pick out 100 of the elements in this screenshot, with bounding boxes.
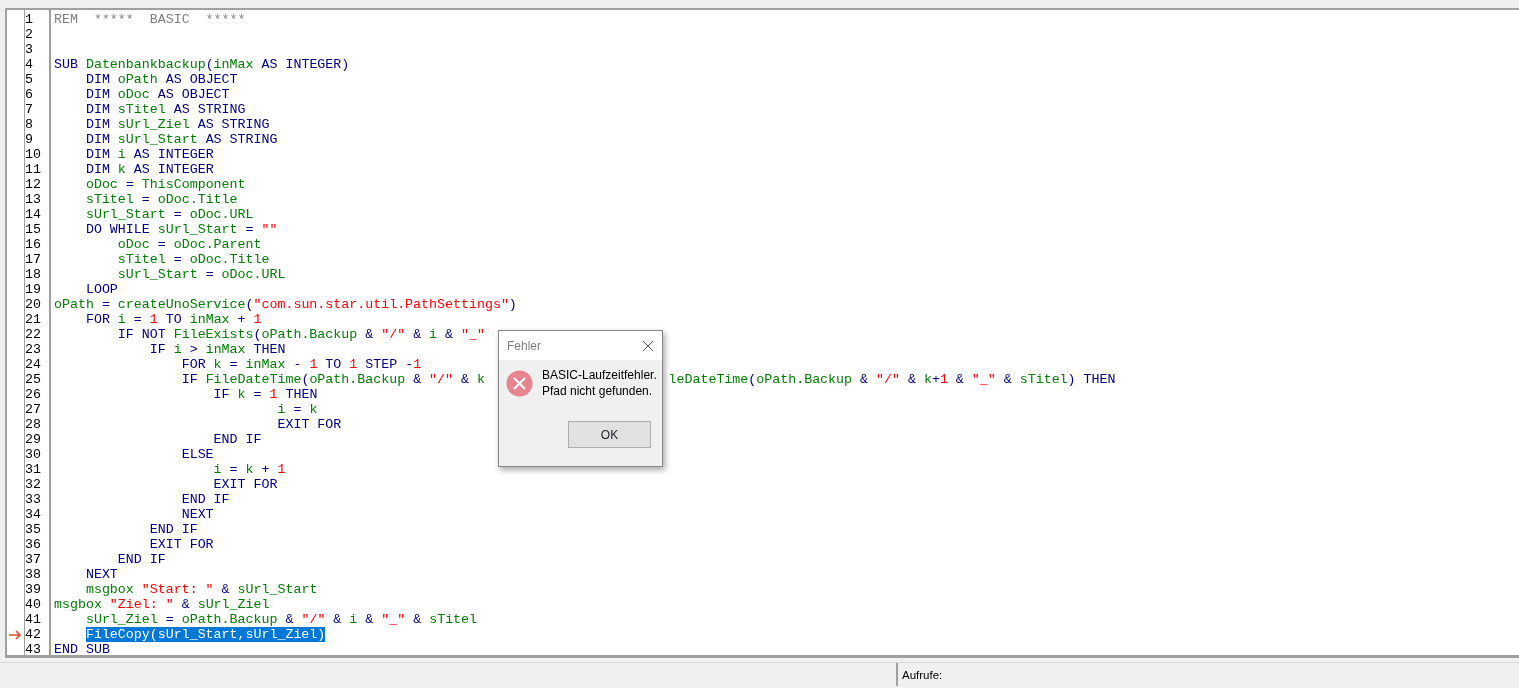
code-token: FileDateTime [205, 372, 302, 387]
code-token: k [477, 372, 485, 387]
code-token: ( [748, 372, 757, 387]
line-number: 31 [25, 462, 41, 477]
code-token: 1 [413, 357, 422, 372]
code-token: AS OBJECT [165, 72, 238, 87]
code-token: "/" [301, 612, 326, 627]
code-token: i [277, 402, 286, 417]
code-token: sUrl_Start [117, 267, 198, 282]
code-token: oPath.Backup [181, 612, 278, 627]
code-token: oDoc.Title [157, 192, 238, 207]
line-number: 39 [25, 582, 41, 597]
code-token: inMax [205, 342, 246, 357]
code-token: STEP - [365, 357, 414, 372]
error-icon [506, 370, 533, 397]
code-token: DIM [85, 147, 111, 162]
code-token: IF [149, 342, 167, 357]
code-token: i [117, 147, 126, 162]
line-number: 27 [25, 402, 41, 417]
code-token: 1 [309, 357, 318, 372]
code-token: oPath [117, 72, 158, 87]
line-number: 32 [25, 477, 41, 492]
code-token: ThisComponent [141, 177, 246, 192]
code-token: THEN [1083, 372, 1116, 387]
code-token: = [101, 297, 111, 312]
code-token: = [165, 612, 175, 627]
line-number: 4 [25, 57, 33, 72]
code-token: AS STRING [197, 117, 270, 132]
code-token: IF [181, 372, 199, 387]
code-token: sTitel [85, 192, 134, 207]
line-number: 5 [25, 72, 33, 87]
code-token: ( [205, 57, 214, 72]
line-number: 38 [25, 567, 41, 582]
code-token: ) [508, 297, 517, 312]
code-token: & [1003, 372, 1013, 387]
line-number: 16 [25, 237, 41, 252]
code-token: EXIT FOR [213, 477, 278, 492]
line-number: 3 [25, 42, 33, 57]
code-token: oDoc.URL [189, 207, 254, 222]
code-token: EXIT FOR [277, 417, 342, 432]
code-token: & [413, 612, 423, 627]
code-token: AS INTEGER [133, 162, 214, 177]
ok-button[interactable]: OK [568, 421, 651, 448]
code-token: END SUB [54, 642, 110, 657]
line-number: 36 [25, 537, 41, 552]
code-token: k [237, 387, 246, 402]
code-token: ( [245, 297, 254, 312]
line-number: 8 [25, 117, 33, 132]
code-token: & [461, 372, 470, 387]
line-number: 25 [25, 372, 41, 387]
code-token: 1 [149, 312, 158, 327]
code-token: END IF [213, 432, 262, 447]
line-number: 21 [25, 312, 41, 327]
line-number: 28 [25, 417, 41, 432]
line-number: 17 [25, 252, 41, 267]
code-token: "_" [461, 327, 485, 342]
line-number: 1 [25, 12, 33, 27]
line-number: 33 [25, 492, 41, 507]
code-token: NEXT [181, 507, 214, 522]
code-token: "Start: " [141, 582, 214, 597]
code-token: IF [213, 387, 231, 402]
code-comment: REM ***** BASIC ***** [54, 12, 246, 27]
code-token: = [173, 252, 183, 267]
calls-label: Aufrufe: [902, 669, 943, 681]
code-token: 1 [349, 357, 358, 372]
line-number: 11 [25, 162, 41, 177]
dialog-title: Fehler [507, 337, 541, 355]
code-token: & [365, 327, 375, 342]
code-token: LOOP [85, 282, 118, 297]
code-token: msgbox [85, 582, 135, 597]
code-token: + [237, 312, 247, 327]
code-token: Datenbankbackup [85, 57, 206, 72]
code-token: "" [261, 222, 278, 237]
line-number: 29 [25, 432, 41, 447]
code-token: - [293, 357, 303, 372]
code-token: msgbox [54, 597, 103, 612]
line-number: 10 [25, 147, 41, 162]
code-token: = [229, 357, 239, 372]
code-token: oPath.Backup [756, 372, 853, 387]
code-token: = [293, 402, 303, 417]
line-number: 43 [25, 642, 41, 657]
code-token: sUrl_Start [117, 132, 198, 147]
line-number: 19 [25, 282, 41, 297]
code-token: "/" [429, 372, 454, 387]
line-number: 23 [25, 342, 41, 357]
close-icon[interactable] [642, 339, 654, 352]
line-number: 20 [25, 297, 41, 312]
code-token: sUrl_Ziel [197, 597, 270, 612]
code-token: = [133, 312, 143, 327]
code-token: + [931, 372, 940, 387]
code-token: ELSE [181, 447, 214, 462]
code-token: & [413, 372, 423, 387]
code-token: & [445, 327, 455, 342]
code-token: k [309, 402, 318, 417]
code-token: = [229, 462, 239, 477]
code-token: k [213, 357, 222, 372]
code-token: sUrl_Start [85, 207, 166, 222]
code-token: sTitel [429, 612, 478, 627]
code-token: sTitel [1019, 372, 1068, 387]
code-token: i [213, 462, 222, 477]
